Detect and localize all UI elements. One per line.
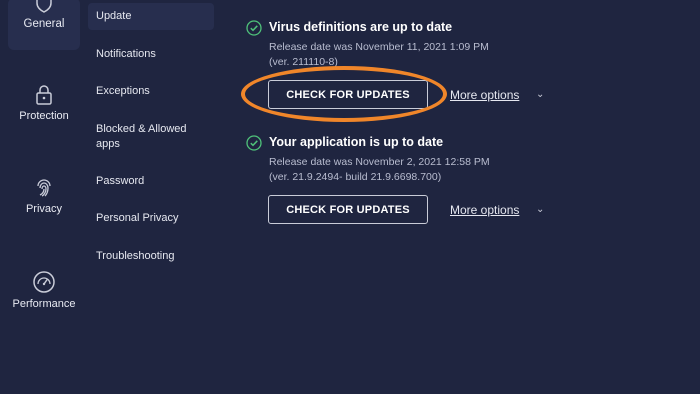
left-rail: General Protection Privacy Performance <box>0 0 88 394</box>
settings-subnav: Update Notifications Exceptions Blocked … <box>88 0 218 394</box>
subnav-item-exceptions[interactable]: Exceptions <box>96 78 214 105</box>
subnav-item-blocked-allowed-apps[interactable]: Blocked & Allowed apps <box>96 116 204 158</box>
subnav-item-label: Personal Privacy <box>96 212 179 224</box>
rail-item-label: Performance <box>12 298 76 310</box>
shield-icon <box>36 0 52 13</box>
rail-item-general[interactable]: General <box>8 0 80 50</box>
virus-definitions-status: Virus definitions are up to date <box>269 20 453 34</box>
subnav-item-label: Blocked & Allowed apps <box>96 123 187 150</box>
lock-icon <box>36 85 52 105</box>
rail-item-performance[interactable]: Performance <box>8 270 80 310</box>
subnav-item-personal-privacy[interactable]: Personal Privacy <box>96 205 214 232</box>
application-version: (ver. 21.9.2494- build 21.9.6698.700) <box>269 171 442 183</box>
highlight-circle <box>241 66 447 122</box>
subnav-item-troubleshooting[interactable]: Troubleshooting <box>96 243 214 270</box>
subnav-item-label: Update <box>96 10 132 22</box>
subnav-item-label: Exceptions <box>96 85 150 97</box>
chevron-down-icon[interactable]: ⌄ <box>536 204 544 215</box>
rail-item-protection[interactable]: Protection <box>8 84 80 122</box>
check-circle-icon <box>246 135 262 151</box>
chevron-down-icon[interactable]: ⌄ <box>536 89 544 100</box>
subnav-item-label: Password <box>96 175 145 187</box>
subnav-item-update[interactable]: Update <box>88 3 214 30</box>
rail-item-privacy[interactable]: Privacy <box>8 177 80 215</box>
rail-item-label: General <box>23 18 65 30</box>
fingerprint-icon <box>37 179 51 197</box>
subnav-item-notifications[interactable]: Notifications <box>96 41 214 68</box>
application-release-date: Release date was November 2, 2021 12:58 … <box>269 156 490 168</box>
app-more-options-link[interactable]: More options <box>450 203 519 217</box>
subnav-item-password[interactable]: Password <box>96 168 214 195</box>
application-status: Your application is up to date <box>269 135 444 149</box>
rail-item-label: Privacy <box>25 203 63 215</box>
virus-definitions-release-date: Release date was November 11, 2021 1:09 … <box>269 41 489 53</box>
speedometer-icon <box>33 271 55 293</box>
check-circle-icon <box>246 20 262 36</box>
virus-more-options-link[interactable]: More options <box>450 88 519 102</box>
subnav-item-label: Notifications <box>96 48 156 60</box>
check-app-updates-button[interactable]: CHECK FOR UPDATES <box>268 195 428 224</box>
rail-item-label: Protection <box>19 110 69 122</box>
update-panel: Virus definitions are up to date Release… <box>218 0 700 394</box>
subnav-item-label: Troubleshooting <box>96 250 175 262</box>
